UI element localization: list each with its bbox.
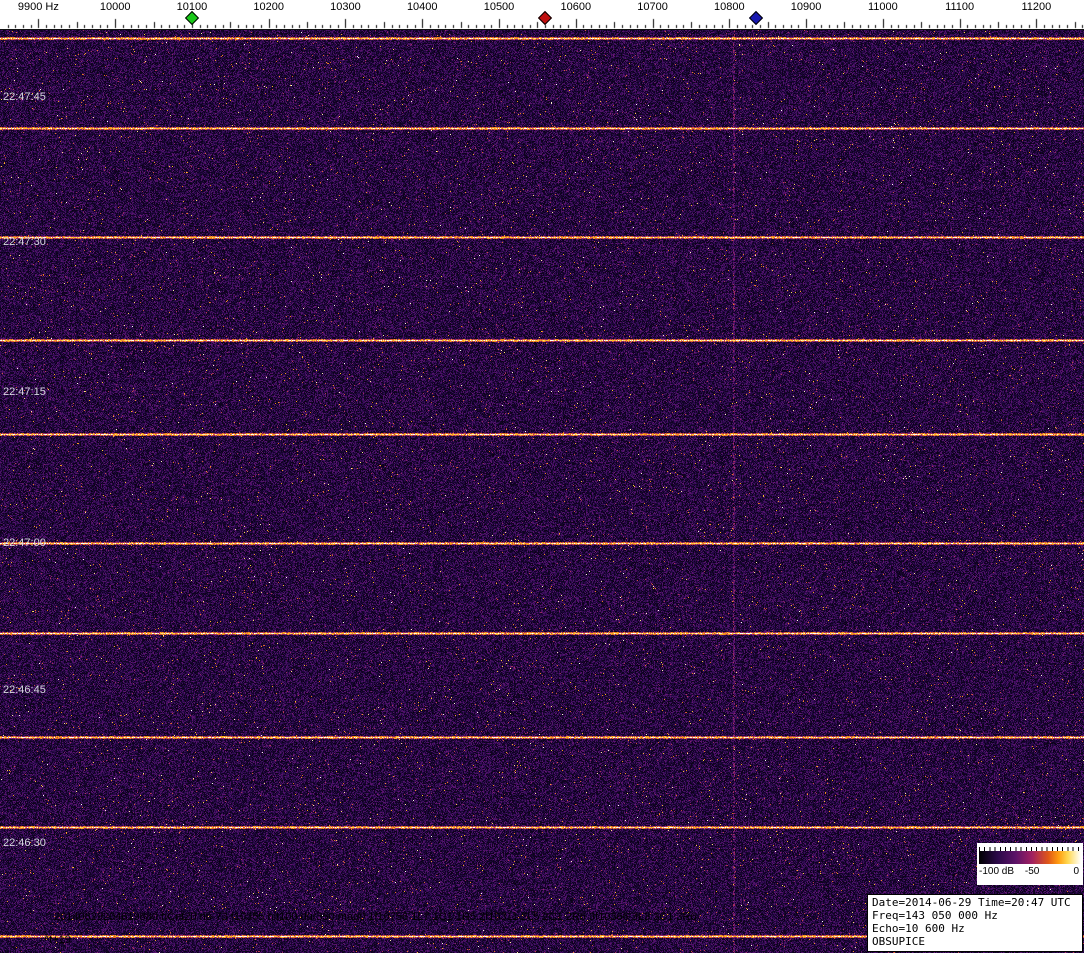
- color-scale-gradient: [979, 851, 1081, 864]
- freq-tick-label: 11100: [945, 1, 975, 13]
- color-scale-labels: -100 dB -50 0: [977, 864, 1083, 879]
- freq-tick-label: 11000: [867, 1, 898, 13]
- freq-tick-label: 9900 Hz: [17, 1, 59, 13]
- detection-annotation: 20140629204619880 hCnt20 nb-73 f10355 hi…: [54, 911, 697, 923]
- color-scale-ticks: [979, 843, 1081, 851]
- spectrogram-app: 9900 Hz 10000 10100 10200 10300 10400 10500 106…: [0, 0, 1084, 953]
- freq-tick-label: 10800: [714, 1, 745, 13]
- color-scale-label-mid: -50: [1024, 866, 1040, 877]
- freq-tick-label: 10600: [560, 1, 592, 13]
- freq-tick-label: 10500: [483, 1, 515, 13]
- freq-tick-label: 10400: [406, 1, 438, 13]
- freq-tick-label: 10000: [99, 1, 131, 13]
- info-frequency: Freq=143 050 000 Hz: [872, 909, 998, 922]
- info-station: OBSUPICE: [872, 935, 925, 948]
- info-box: Date=2014-06-29 Time=20:47 UTC Freq=143 …: [867, 894, 1083, 952]
- info-date-time: Date=2014-06-29 Time=20:47 UTC: [872, 896, 1071, 909]
- freq-tick-label: 10200: [253, 1, 284, 13]
- info-echo: Echo=10 600 Hz: [872, 922, 965, 935]
- corner-note: ^t+19: [44, 934, 71, 946]
- freq-tick-label: 11200: [1021, 1, 1052, 13]
- freq-tick-label: 10900: [790, 1, 822, 13]
- freq-tick-label: 10700: [637, 1, 668, 13]
- freq-tick-label: 10300: [330, 1, 361, 13]
- spectrogram-canvas: [0, 30, 1084, 953]
- color-scale-label-max: 0: [1073, 866, 1079, 877]
- color-scale: -100 dB -50 0: [977, 843, 1083, 885]
- frequency-axis: 9900 Hz 10000 10100 10200 10300 10400 10500 106…: [0, 0, 1084, 30]
- color-scale-label-min: -100 dB: [979, 866, 1015, 877]
